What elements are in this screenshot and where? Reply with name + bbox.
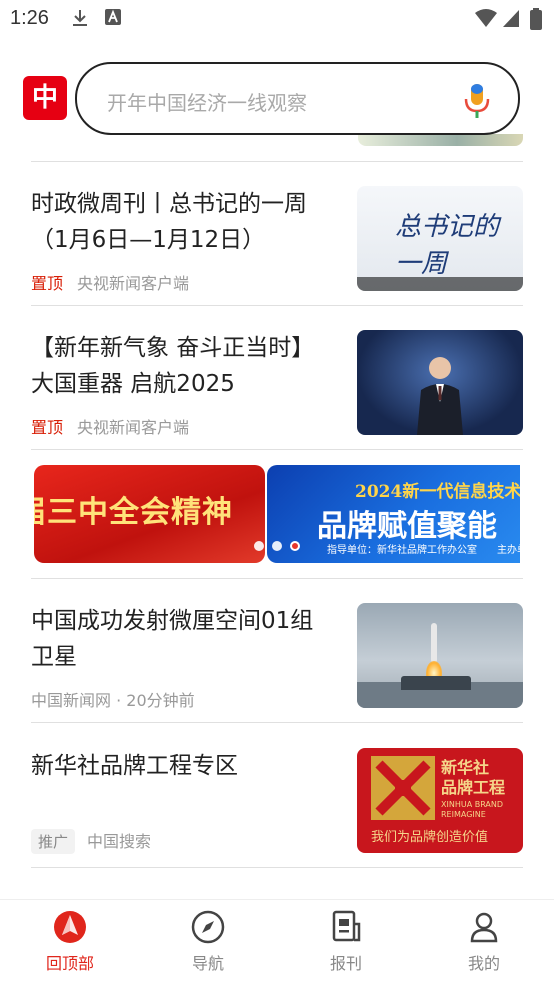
news-title[interactable]: 【新年新气象 奋斗正当时】大国重器 启航2025 — [31, 330, 336, 402]
ad-thumb-line2: 品牌工程 — [441, 778, 506, 797]
news-thumbnail[interactable]: 总书记的一周 — [357, 186, 523, 291]
news-source: 中国新闻网 · 20分钟前 — [31, 691, 195, 710]
ad-thumb-small1: XINHUA BRAND — [441, 800, 504, 809]
nav-label: 报刊 — [329, 954, 362, 973]
carousel-dot[interactable] — [254, 541, 264, 551]
ad-meta: 推广 中国搜索 — [31, 828, 151, 854]
news-source: 央视新闻客户端 — [77, 418, 190, 437]
ad-label: 推广 — [31, 829, 76, 854]
divider — [31, 578, 523, 579]
launch-ship — [401, 676, 471, 690]
nav-profile[interactable]: 我的 — [444, 910, 524, 974]
ad-thumb-small2: REIMAGINE — [441, 810, 486, 819]
previous-item-partial — [0, 134, 554, 162]
divider — [31, 305, 523, 306]
search-input[interactable]: 开年中国经济一线观察 — [75, 62, 520, 135]
pinned-tag: 置顶 — [31, 274, 64, 293]
previous-item-thumbnail — [358, 134, 523, 146]
signal-icon — [503, 10, 519, 27]
nav-newspaper[interactable]: 报刊 — [306, 910, 386, 974]
newspaper-icon — [332, 910, 361, 942]
news-thumbnail[interactable] — [357, 603, 523, 708]
news-item[interactable]: 【新年新气象 奋斗正当时】大国重器 启航2025 置顶 央视新闻客户端 — [31, 330, 523, 438]
news-title[interactable]: 中国成功发射微厘空间01组卫星 — [31, 603, 336, 675]
brand-logo-icon — [371, 756, 435, 820]
status-bar: 1:26 — [0, 0, 554, 38]
search-placeholder: 开年中国经济一线观察 — [107, 91, 307, 115]
banner-slide-text: 届三中全会精神 — [34, 495, 233, 530]
app-logo[interactable]: 中 — [23, 76, 67, 120]
banner-slide[interactable]: 2024新一代信息技术 品牌赋值聚能 指导单位：新华社品牌工作办公室 主办单 — [267, 465, 520, 563]
news-item[interactable]: 中国成功发射微厘空间01组卫星 中国新闻网 · 20分钟前 — [31, 603, 523, 711]
ad-title[interactable]: 新华社品牌工程专区 — [31, 748, 336, 784]
banner-slide[interactable]: 届三中全会精神 — [34, 465, 265, 563]
nav-label: 我的 — [467, 954, 500, 973]
divider — [31, 449, 523, 450]
pinned-tag: 置顶 — [31, 418, 64, 437]
download-icon — [73, 10, 87, 26]
carousel-indicator — [254, 536, 308, 551]
banner-slide-heading: 2024新一代信息技术 — [355, 482, 520, 502]
battery-icon — [530, 8, 542, 30]
divider — [31, 161, 523, 162]
news-title[interactable]: 时政微周刊丨总书记的一周（1月6日—1月12日） — [31, 186, 336, 258]
ad-item[interactable]: 新华社品牌工程专区 推广 中国搜索 新华社 品牌工程 XINHUA BRAND R… — [31, 748, 523, 856]
promo-banner[interactable]: 届三中全会精神 2024新一代信息技术 品牌赋值聚能 指导单位：新华社品牌工作办… — [34, 465, 520, 563]
news-meta: 置顶 央视新闻客户端 — [31, 270, 189, 294]
rocket-image — [431, 623, 437, 663]
banner-slide-caption: 指导单位：新华社品牌工作办公室 主办单 — [327, 545, 520, 556]
a-icon — [105, 9, 121, 25]
nav-back-to-top[interactable]: 回顶部 — [30, 910, 110, 974]
divider — [31, 722, 523, 723]
news-source: 央视新闻客户端 — [77, 274, 190, 293]
nav-navigation[interactable]: 导航 — [168, 910, 248, 974]
status-time: 1:26 — [10, 7, 49, 29]
bottom-nav: 回顶部 导航 报刊 我的 — [0, 899, 554, 984]
news-item[interactable]: 时政微周刊丨总书记的一周（1月6日—1月12日） 置顶 央视新闻客户端 总书记的一… — [31, 186, 523, 294]
wifi-icon — [475, 9, 497, 27]
anchor-image — [417, 357, 463, 435]
search-header: 中 开年中国经济一线观察 — [0, 38, 554, 135]
video-bar — [357, 277, 523, 291]
thumbnail-caption: 总书记的一周 — [395, 212, 500, 279]
ad-thumb-slogan: 我们为品牌创造价值 — [371, 830, 489, 845]
ad-thumbnail[interactable]: 新华社 品牌工程 XINHUA BRAND REIMAGINE 我们为品牌创造价… — [357, 748, 523, 853]
nav-label: 回顶部 — [45, 954, 94, 973]
ad-source: 中国搜索 — [87, 832, 152, 851]
compass-icon — [191, 910, 225, 944]
carousel-dot-active[interactable] — [290, 541, 300, 551]
carousel-dot[interactable] — [272, 541, 282, 551]
divider — [31, 867, 523, 868]
nav-label: 导航 — [191, 954, 224, 973]
user-icon — [470, 912, 498, 943]
news-meta: 置顶 央视新闻客户端 — [31, 414, 189, 438]
banner-slide-title: 品牌赋值聚能 — [317, 509, 497, 544]
rocket-icon — [54, 911, 86, 943]
news-thumbnail[interactable] — [357, 330, 523, 435]
ad-thumb-line1: 新华社 — [441, 758, 490, 777]
mic-icon[interactable] — [462, 82, 492, 120]
